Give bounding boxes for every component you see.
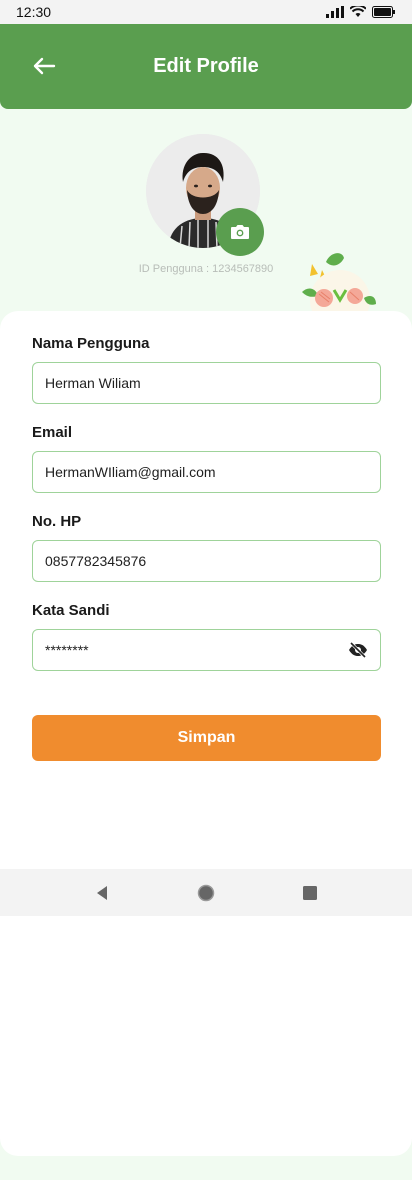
system-nav-bar: [0, 869, 412, 916]
status-bar: 12:30: [0, 0, 412, 24]
camera-icon: [231, 225, 249, 239]
battery-icon: [372, 6, 395, 18]
username-field-box: [32, 362, 381, 404]
toggle-password-visibility-button[interactable]: [347, 639, 368, 661]
email-field-box: [32, 451, 381, 493]
email-label: Email: [32, 424, 73, 441]
nav-home-button[interactable]: [194, 881, 218, 905]
phone-field-box: [32, 540, 381, 582]
triangle-back-icon: [97, 885, 107, 900]
square-recents-icon: [303, 885, 317, 900]
change-photo-button[interactable]: [216, 208, 264, 256]
eye-off-icon: [348, 642, 367, 658]
email-input[interactable]: [45, 464, 368, 480]
phone-input[interactable]: [45, 553, 368, 569]
password-input[interactable]: [45, 642, 348, 658]
circle-home-icon: [197, 884, 215, 901]
password-label: Kata Sandi: [32, 602, 110, 619]
avatar-container: [146, 134, 264, 256]
nav-recents-button[interactable]: [298, 881, 322, 905]
phone-label: No. HP: [32, 513, 82, 530]
app-header: Edit Profile: [0, 24, 412, 109]
decorative-food-illustration: [302, 253, 376, 312]
status-time: 12:30: [16, 4, 52, 20]
nav-back-button[interactable]: [90, 881, 114, 905]
signal-icon: [326, 6, 344, 18]
username-label: Nama Pengguna: [32, 335, 150, 352]
username-input[interactable]: [45, 375, 368, 391]
page-title: Edit Profile: [153, 55, 259, 77]
password-field-box: [32, 629, 381, 671]
arrow-left-icon: [33, 57, 56, 75]
status-icons: [326, 6, 396, 18]
save-button[interactable]: Simpan: [32, 715, 381, 761]
back-button[interactable]: [30, 52, 58, 80]
wifi-icon: [350, 6, 366, 17]
form-card: Nama Pengguna Email No. HP Kata Sandi Si…: [0, 311, 412, 1156]
